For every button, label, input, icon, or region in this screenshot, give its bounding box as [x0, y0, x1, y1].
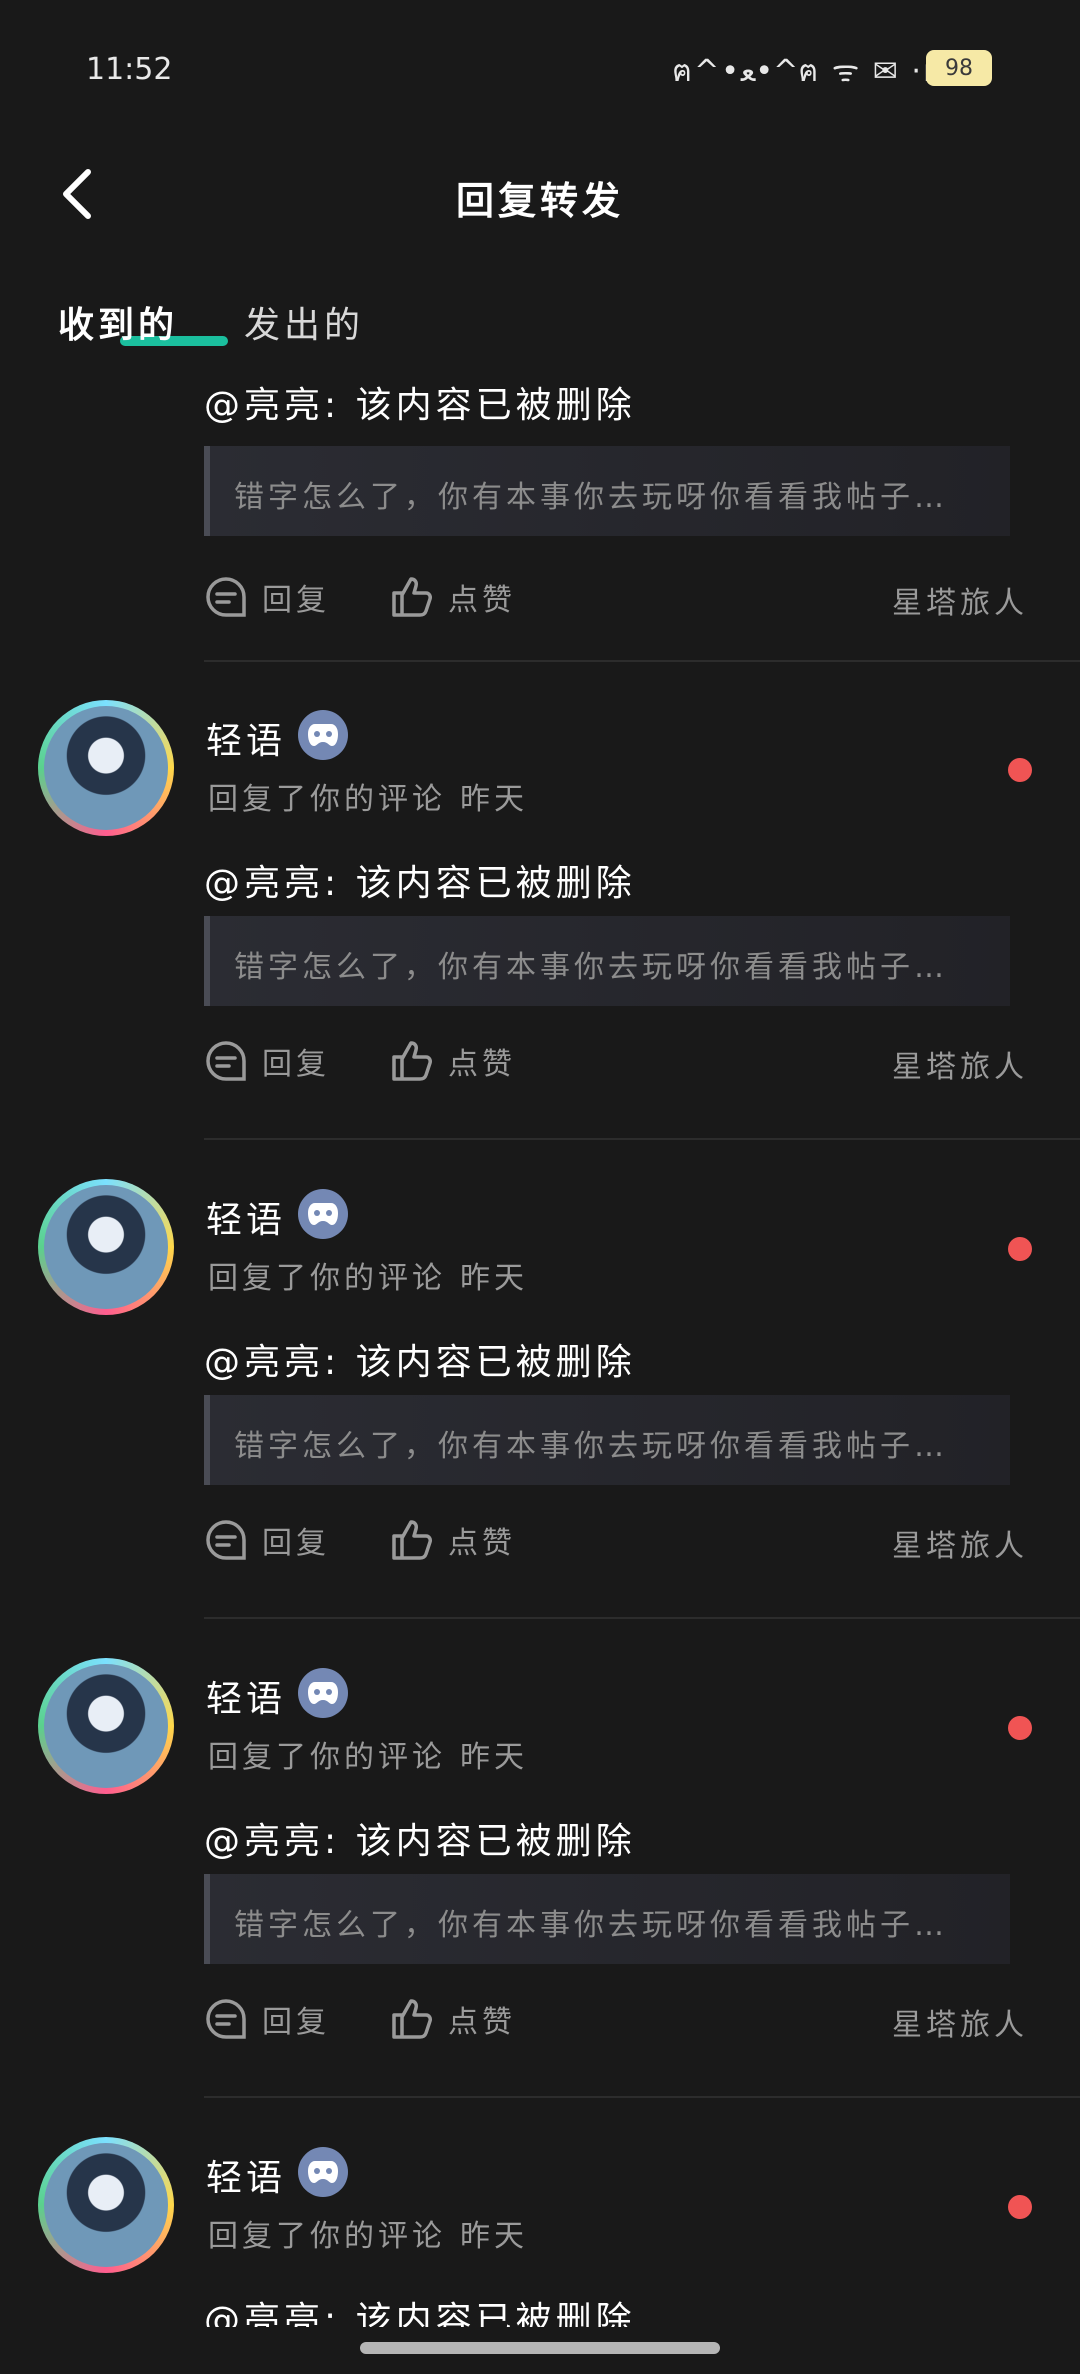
avatar[interactable] — [38, 2137, 174, 2273]
comment-icon — [206, 1999, 246, 2039]
reply-label: 回复 — [262, 1526, 330, 1561]
game-controller-icon — [298, 710, 348, 760]
meta-time: 昨天 — [460, 1740, 528, 1775]
home-indicator[interactable] — [360, 2342, 720, 2354]
reply-meta: 回复了你的评论 昨天 — [208, 1732, 528, 1776]
meta-text: 回复了你的评论 — [208, 1261, 446, 1296]
comment-icon — [206, 577, 246, 617]
meta-time: 昨天 — [460, 2219, 528, 2254]
like-button[interactable]: 点赞 — [390, 574, 516, 620]
mention-text: @亮亮: 该内容已被删除 — [204, 385, 636, 426]
username[interactable]: 轻语 — [206, 1670, 286, 1722]
comment-icon — [206, 1520, 246, 1560]
unread-dot — [1008, 1716, 1032, 1740]
avatar[interactable] — [38, 1179, 174, 1315]
reply-meta: 回复了你的评论 昨天 — [208, 1253, 528, 1297]
thumbs-up-icon — [392, 1999, 432, 2039]
like-label: 点赞 — [448, 583, 516, 618]
quoted-comment[interactable]: 错字怎么了，你有本事你去玩呀你看看我帖子… — [204, 1395, 1010, 1485]
thumbs-up-icon — [392, 1041, 432, 1081]
game-controller-icon — [298, 1189, 348, 1239]
reply-button[interactable]: 回复 — [204, 1996, 330, 2042]
meta-text: 回复了你的评论 — [208, 782, 446, 817]
reply-meta: 回复了你的评论 昨天 — [208, 774, 528, 818]
reply-button[interactable]: 回复 — [204, 1517, 330, 1563]
comment-icon — [206, 1041, 246, 1081]
list-item: 轻语 回复了你的评论 昨天 @亮亮: 该内容已被删除 — [0, 2097, 1080, 2327]
quoted-comment[interactable]: 错字怎么了，你有本事你去玩呀你看看我帖子… — [204, 1874, 1010, 1964]
quoted-comment[interactable]: 错字怎么了，你有本事你去玩呀你看看我帖子… — [204, 446, 1010, 536]
username[interactable]: 轻语 — [206, 2149, 286, 2201]
reply-button[interactable]: 回复 — [204, 574, 330, 620]
avatar[interactable] — [38, 1658, 174, 1794]
mention-text: @亮亮: 该内容已被删除 — [204, 863, 636, 904]
unread-dot — [1008, 758, 1032, 782]
unread-dot — [1008, 1237, 1032, 1261]
meta-time: 昨天 — [460, 1261, 528, 1296]
like-button[interactable]: 点赞 — [390, 1517, 516, 1563]
source-game[interactable]: 星塔旅人 — [892, 1042, 1028, 1086]
reply-label: 回复 — [262, 583, 330, 618]
quoted-comment[interactable]: 错字怎么了，你有本事你去玩呀你看看我帖子… — [204, 916, 1010, 1006]
thumbs-up-icon — [392, 1520, 432, 1560]
list-item: 轻语 回复了你的评论 昨天 @亮亮: 该内容已被删除 错字怎么了，你有本事你去玩呀… — [0, 660, 1080, 1140]
source-game[interactable]: 星塔旅人 — [892, 578, 1028, 622]
source-game[interactable]: 星塔旅人 — [892, 2000, 1028, 2044]
list-item: @亮亮: 该内容已被删除 错字怎么了，你有本事你去玩呀你看看我帖子… 回复 点赞… — [0, 0, 1080, 662]
mention-text: @亮亮: 该内容已被删除 — [204, 1342, 636, 1383]
reply-label: 回复 — [262, 1047, 330, 1082]
meta-text: 回复了你的评论 — [208, 2219, 446, 2254]
game-controller-icon — [298, 1668, 348, 1718]
source-game[interactable]: 星塔旅人 — [892, 1521, 1028, 1565]
reply-label: 回复 — [262, 2005, 330, 2040]
game-controller-icon — [298, 2147, 348, 2197]
thumbs-up-icon — [392, 577, 432, 617]
meta-text: 回复了你的评论 — [208, 1740, 446, 1775]
like-button[interactable]: 点赞 — [390, 1038, 516, 1084]
mention-text: @亮亮: 该内容已被删除 — [204, 2300, 636, 2327]
like-label: 点赞 — [448, 1047, 516, 1082]
avatar[interactable] — [38, 700, 174, 836]
username[interactable]: 轻语 — [206, 712, 286, 764]
username[interactable]: 轻语 — [206, 1191, 286, 1243]
like-label: 点赞 — [448, 2005, 516, 2040]
reply-meta: 回复了你的评论 昨天 — [208, 2211, 528, 2255]
like-label: 点赞 — [448, 1526, 516, 1561]
reply-button[interactable]: 回复 — [204, 1038, 330, 1084]
mention-text: @亮亮: 该内容已被删除 — [204, 1821, 636, 1862]
like-button[interactable]: 点赞 — [390, 1996, 516, 2042]
unread-dot — [1008, 2195, 1032, 2219]
list-item: 轻语 回复了你的评论 昨天 @亮亮: 该内容已被删除 错字怎么了，你有本事你去玩呀… — [0, 1139, 1080, 1619]
list-item: 轻语 回复了你的评论 昨天 @亮亮: 该内容已被删除 错字怎么了，你有本事你去玩呀… — [0, 1618, 1080, 2098]
meta-time: 昨天 — [460, 782, 528, 817]
